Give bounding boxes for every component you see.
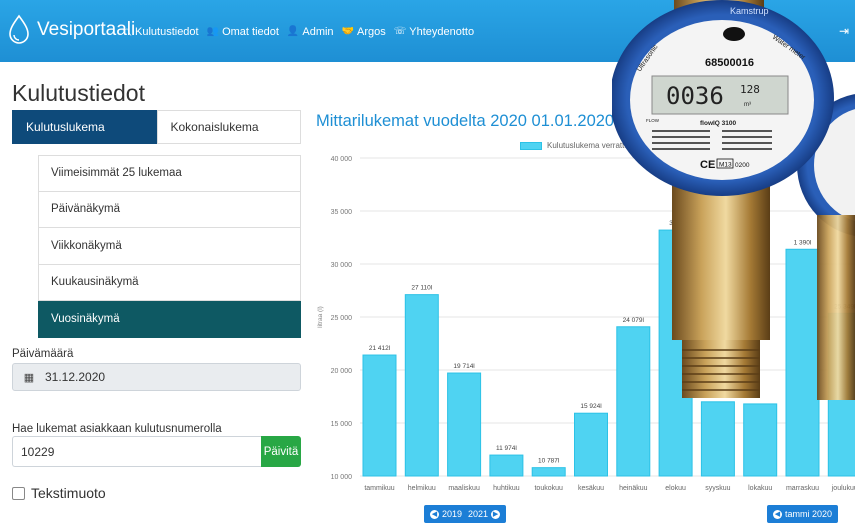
meter-brand: Kamstrup xyxy=(730,6,769,16)
x-tick-label: helmikuu xyxy=(408,485,436,492)
data-label: 15 924l xyxy=(580,403,602,410)
x-tick-label: tammikuu xyxy=(364,485,394,492)
bar-huhtikuu xyxy=(489,454,524,477)
meter-flow-label: FLOW xyxy=(646,118,660,123)
prev-year-label: 2019 xyxy=(442,509,463,519)
data-label: 27 110l xyxy=(411,285,432,292)
x-tick-label: maaliskuu xyxy=(448,485,480,492)
data-label: 10 787l xyxy=(538,458,560,465)
y-tick-label: 25 000 xyxy=(331,315,353,322)
arrow-right-icon: ▶ xyxy=(491,509,501,519)
x-tick-label: joulukuu xyxy=(831,485,855,492)
y-tick-label: 40 000 xyxy=(331,156,353,163)
next-year-label: 2021 xyxy=(468,509,489,519)
data-label: 19 714l xyxy=(453,363,475,370)
meter-m13: M13 xyxy=(719,162,732,169)
meter-reading: 0036 xyxy=(666,82,724,110)
meter-logo-icon xyxy=(723,27,745,41)
x-tick-label: heinäkuu xyxy=(619,485,648,492)
x-tick-label: toukokuu xyxy=(534,485,563,492)
pipe-thread xyxy=(682,340,760,398)
meter-decimals: 128 xyxy=(740,83,760,96)
bar-helmikuu xyxy=(404,294,439,477)
x-tick-label: lokakuu xyxy=(748,485,772,492)
arrow-left-icon: ◀ xyxy=(430,509,439,519)
bar-toukokuu xyxy=(531,467,566,477)
y-axis-label: litraa (l) xyxy=(317,306,324,328)
data-label: 21 412l xyxy=(369,345,391,352)
bar-syyskuu xyxy=(700,401,735,477)
meter-model: flowIQ 3100 xyxy=(700,120,737,127)
month-view-button[interactable]: ◀ tammi 2020 xyxy=(767,505,839,523)
bar-tammikuu xyxy=(362,354,397,477)
x-tick-label: elokuu xyxy=(665,485,686,492)
y-tick-label: 35 000 xyxy=(331,209,353,216)
meter-ce-mark: CE xyxy=(700,159,715,171)
arrow-left-icon: ◀ xyxy=(773,509,782,519)
x-tick-label: syyskuu xyxy=(705,485,730,492)
y-tick-label: 15 000 xyxy=(331,421,353,428)
data-label: 11 974l xyxy=(496,445,517,452)
month-view-label: tammi 2020 xyxy=(785,509,833,519)
y-tick-label: 10 000 xyxy=(331,474,353,481)
x-tick-label: kesäkuu xyxy=(578,485,604,492)
second-meter-pipe xyxy=(817,215,855,400)
meter-serial: 68500016 xyxy=(705,57,754,69)
x-tick-label: huhtikuu xyxy=(493,485,520,492)
y-tick-label: 30 000 xyxy=(331,262,353,269)
bar-kesäkuu xyxy=(574,412,608,477)
bar-lokakuu xyxy=(743,403,778,477)
next-year-button[interactable]: 2021 ▶ xyxy=(462,505,507,523)
y-tick-label: 20 000 xyxy=(331,368,353,375)
x-tick-label: marraskuu xyxy=(786,485,819,492)
water-meter-photo: Kamstrup Ultrasonic Water meter 68500016… xyxy=(612,0,855,400)
bar-maaliskuu xyxy=(447,372,482,477)
meter-unit: m³ xyxy=(744,102,751,108)
meter-ce-number: 0200 xyxy=(735,162,750,169)
